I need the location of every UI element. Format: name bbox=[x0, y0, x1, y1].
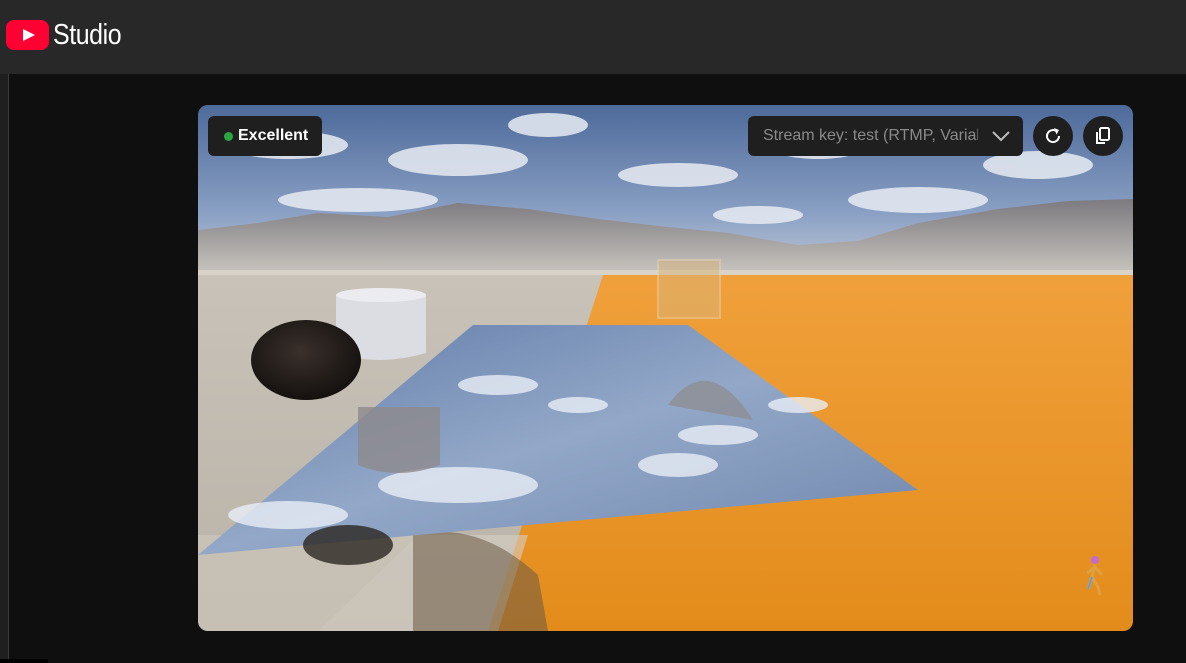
copy-icon bbox=[1096, 127, 1110, 144]
app-name: Studio bbox=[53, 19, 122, 51]
refresh-button[interactable] bbox=[1033, 116, 1073, 156]
health-label: Excellent bbox=[238, 127, 309, 144]
stream-key-dropdown[interactable]: Stream key: test (RTMP, Variable) bbox=[748, 116, 1023, 156]
health-status-dot bbox=[224, 131, 233, 141]
refresh-icon bbox=[1046, 128, 1061, 144]
bottom-edge bbox=[0, 659, 48, 663]
stream-preview[interactable] bbox=[198, 105, 1133, 631]
left-rail bbox=[0, 74, 9, 663]
stream-health-badge: Excellent bbox=[208, 116, 323, 156]
chevron-down-icon bbox=[992, 131, 1010, 142]
game-scene-image bbox=[198, 105, 1133, 631]
youtube-play-icon bbox=[6, 20, 49, 50]
stream-key-label: Stream key: test (RTMP, Variable) bbox=[763, 127, 978, 144]
studio-logo[interactable]: Studio bbox=[6, 20, 132, 50]
copy-button[interactable] bbox=[1083, 116, 1123, 156]
top-bar: Studio bbox=[0, 0, 1186, 74]
character-figure-icon bbox=[1086, 556, 1104, 596]
